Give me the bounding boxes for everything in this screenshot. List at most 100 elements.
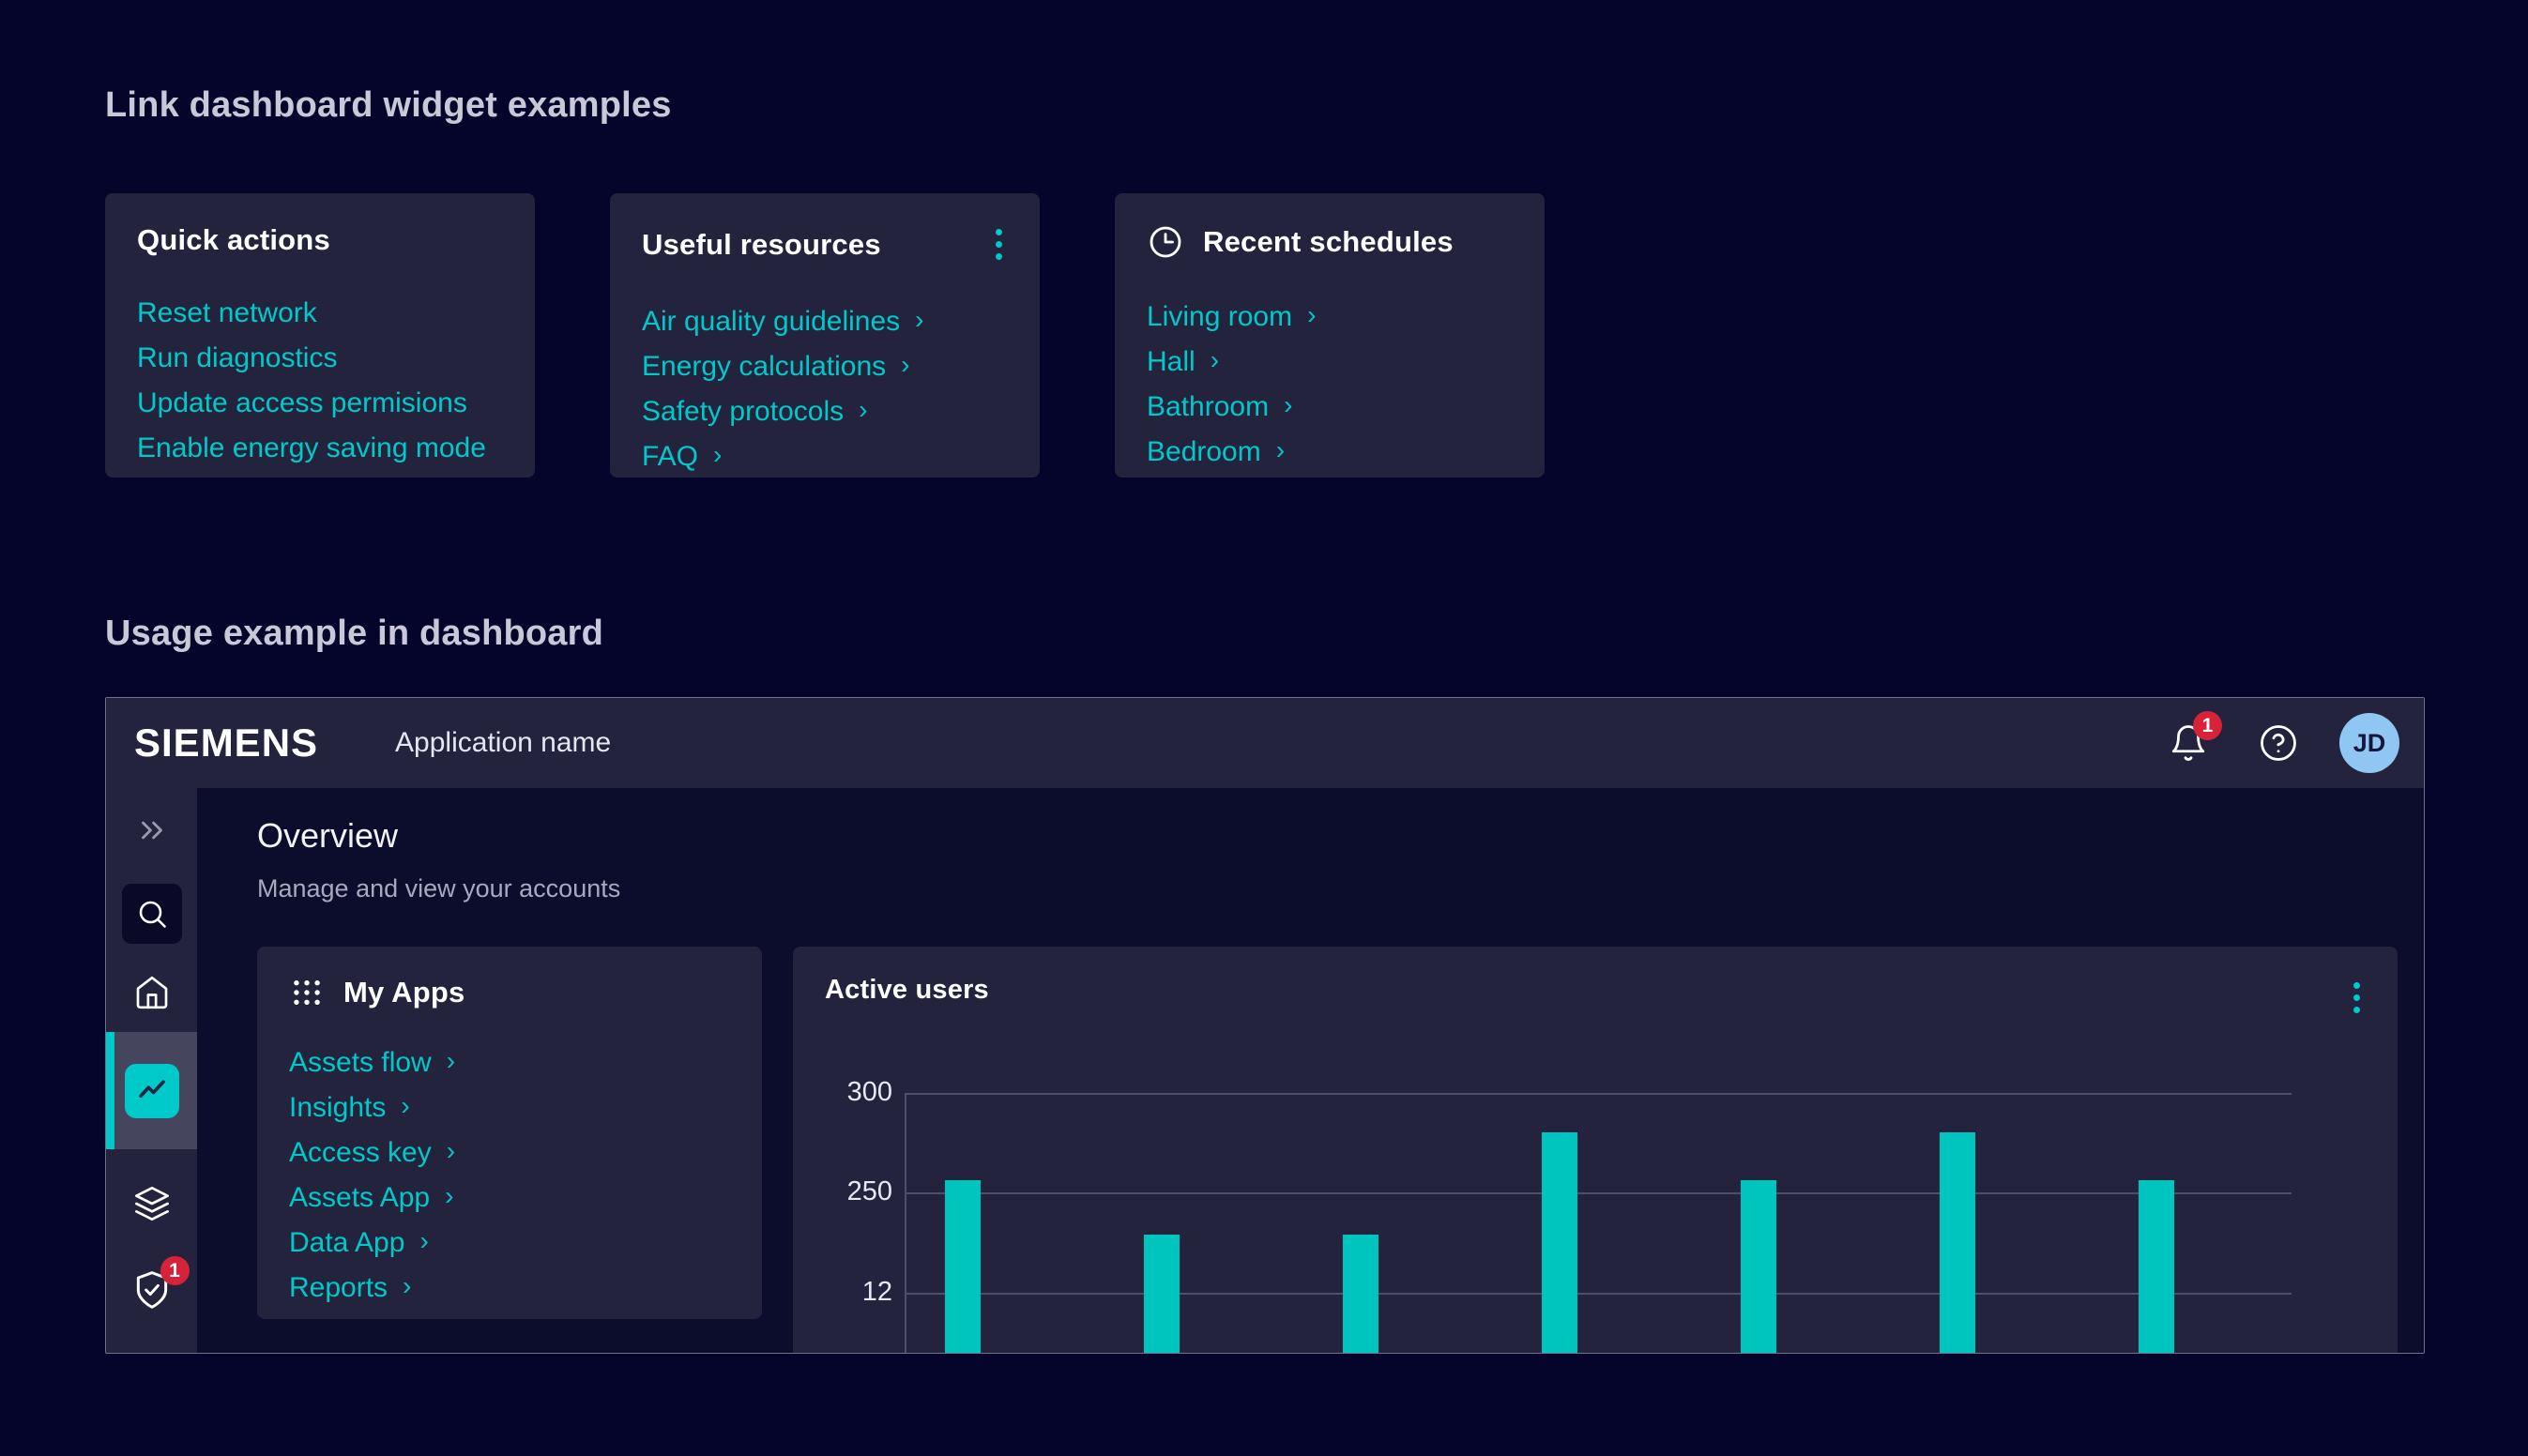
card-link-label: Assets flow [289, 1048, 432, 1077]
card-link-label: Insights [289, 1093, 386, 1122]
gridline [905, 1192, 2292, 1194]
dashboard-example-frame: SIEMENS Application name 1 JD [105, 697, 2425, 1354]
trend-chart-icon [125, 1064, 179, 1118]
chevron-right-icon: › [1284, 392, 1292, 418]
chart-bar [945, 1180, 981, 1354]
sidebar-search-button[interactable] [122, 884, 182, 944]
page: Link dashboard widget examples Quick act… [0, 0, 2528, 1456]
y-axis-line [905, 1093, 906, 1354]
chart-bar [2139, 1180, 2174, 1354]
siemens-logo: SIEMENS [134, 720, 318, 766]
quick-actions-links: Reset network Run diagnostics Update acces… [137, 298, 503, 463]
widget-cards-row: Quick actions Reset network Run diagnosti… [105, 193, 2528, 478]
chart-bar [1741, 1180, 1776, 1354]
my-apps-card: My Apps Assets flow›Insights›Access key›… [257, 947, 762, 1319]
card-link-label: Run diagnostics [137, 343, 337, 372]
recent-schedules-card: Recent schedules Living room› Hall› Bathro… [1115, 193, 1545, 478]
card-link-label: Data App [289, 1228, 404, 1257]
chevron-right-icon: › [447, 1138, 455, 1164]
chevron-right-icon: › [419, 1228, 428, 1254]
chevrons-right-icon [134, 812, 170, 848]
card-link[interactable]: Assets App › [289, 1183, 730, 1212]
chart-bar [1144, 1235, 1180, 1354]
home-icon [133, 974, 171, 1011]
card-link[interactable]: Run diagnostics [137, 343, 503, 372]
card-link[interactable]: Bedroom› [1147, 437, 1513, 466]
card-link-label: Assets App [289, 1183, 430, 1212]
card-link[interactable]: Energy calculations› [642, 352, 1008, 381]
recent-schedules-links: Living room› Hall› Bathroom › Bedroom› [1147, 302, 1513, 466]
sidebar-analytics-item-active[interactable] [106, 1032, 197, 1149]
sidebar-expand-button[interactable] [134, 812, 170, 848]
useful-resources-card: Useful resources Air quality guidelines ›… [610, 193, 1040, 478]
search-icon [135, 897, 169, 931]
security-alert-badge: 1 [160, 1256, 190, 1285]
chevron-right-icon: › [713, 442, 722, 468]
help-button[interactable] [2259, 723, 2298, 763]
recent-schedules-header: Recent schedules [1147, 223, 1513, 261]
gridline [905, 1293, 2292, 1295]
y-axis-label: 300 [817, 1077, 892, 1108]
card-link[interactable]: Safety protocols › [642, 397, 1008, 426]
notifications-button[interactable]: 1 [2169, 723, 2208, 763]
quick-actions-card: Quick actions Reset network Run diagnosti… [105, 193, 535, 478]
clock-icon [1147, 223, 1184, 261]
sidebar: 1 [106, 788, 197, 1353]
card-link[interactable]: Update access permisions [137, 388, 503, 417]
card-link[interactable]: Access key› [289, 1138, 730, 1167]
card-link-label: FAQ [642, 442, 698, 471]
kebab-menu-icon[interactable] [990, 223, 1008, 265]
chart-bar [1343, 1235, 1378, 1354]
quick-actions-title: Quick actions [137, 223, 330, 257]
card-link[interactable]: Hall› [1147, 347, 1513, 376]
y-axis-label: 12 [817, 1277, 892, 1308]
chevron-right-icon: › [447, 1048, 455, 1074]
card-link-label: Bathroom [1147, 392, 1269, 421]
active-users-card: Active users 30025012 [793, 947, 2398, 1354]
card-link[interactable]: Air quality guidelines › [642, 307, 1008, 336]
chevron-right-icon: › [915, 307, 923, 333]
chevron-right-icon: › [1307, 302, 1316, 328]
useful-resources-links: Air quality guidelines › Energy calculatio… [642, 307, 1008, 471]
card-link-label: Update access permisions [137, 388, 467, 417]
card-link[interactable]: Enable energy saving mode [137, 433, 503, 463]
card-link[interactable]: Assets flow › [289, 1048, 730, 1077]
chart-plot: 300 250 12 [793, 947, 2398, 1354]
gridline [905, 1093, 2292, 1095]
card-link-label: Safety protocols [642, 397, 844, 426]
chevron-right-icon: › [1211, 347, 1219, 373]
page-subtitle: Manage and view your accounts [257, 874, 2424, 903]
card-link[interactable]: FAQ › [642, 442, 1008, 471]
card-link[interactable]: Reports › [289, 1273, 730, 1302]
sidebar-home-button[interactable] [133, 974, 171, 1011]
chevron-right-icon: › [401, 1093, 409, 1119]
application-name: Application name [395, 727, 611, 759]
card-link[interactable]: Insights › [289, 1093, 730, 1122]
usage-section-title: Usage example in dashboard [105, 611, 2528, 656]
card-link[interactable]: Reset network [137, 298, 503, 327]
chevron-right-icon: › [859, 397, 867, 423]
dashboard-body: 1 Overview Manage and view your accounts… [106, 788, 2424, 1353]
sidebar-layers-button[interactable] [133, 1185, 171, 1222]
card-link-label: Air quality guidelines [642, 307, 900, 336]
notification-badge: 1 [2193, 711, 2222, 740]
sidebar-security-button[interactable]: 1 [131, 1269, 173, 1311]
chevron-right-icon: › [403, 1273, 411, 1299]
card-link[interactable]: Living room› [1147, 302, 1513, 331]
recent-schedules-title: Recent schedules [1203, 225, 1454, 259]
user-avatar[interactable]: JD [2339, 713, 2399, 773]
card-link[interactable]: Bathroom › [1147, 392, 1513, 421]
card-link[interactable]: Data App › [289, 1228, 730, 1257]
apps-grid-icon [289, 975, 325, 1010]
card-link-label: Reports [289, 1273, 388, 1302]
layers-icon [133, 1185, 171, 1222]
card-link-label: Reset network [137, 298, 317, 327]
dashboard-cards-row: My Apps Assets flow›Insights›Access key›… [257, 947, 2424, 1354]
app-header: SIEMENS Application name 1 JD [106, 698, 2424, 788]
main-content: Overview Manage and view your accounts M… [197, 788, 2424, 1353]
chevron-right-icon: › [445, 1183, 453, 1209]
y-axis-label: 250 [817, 1176, 892, 1207]
useful-resources-title: Useful resources [642, 228, 881, 262]
chart-bar [1542, 1132, 1577, 1354]
active-indicator-bar [106, 1032, 114, 1149]
